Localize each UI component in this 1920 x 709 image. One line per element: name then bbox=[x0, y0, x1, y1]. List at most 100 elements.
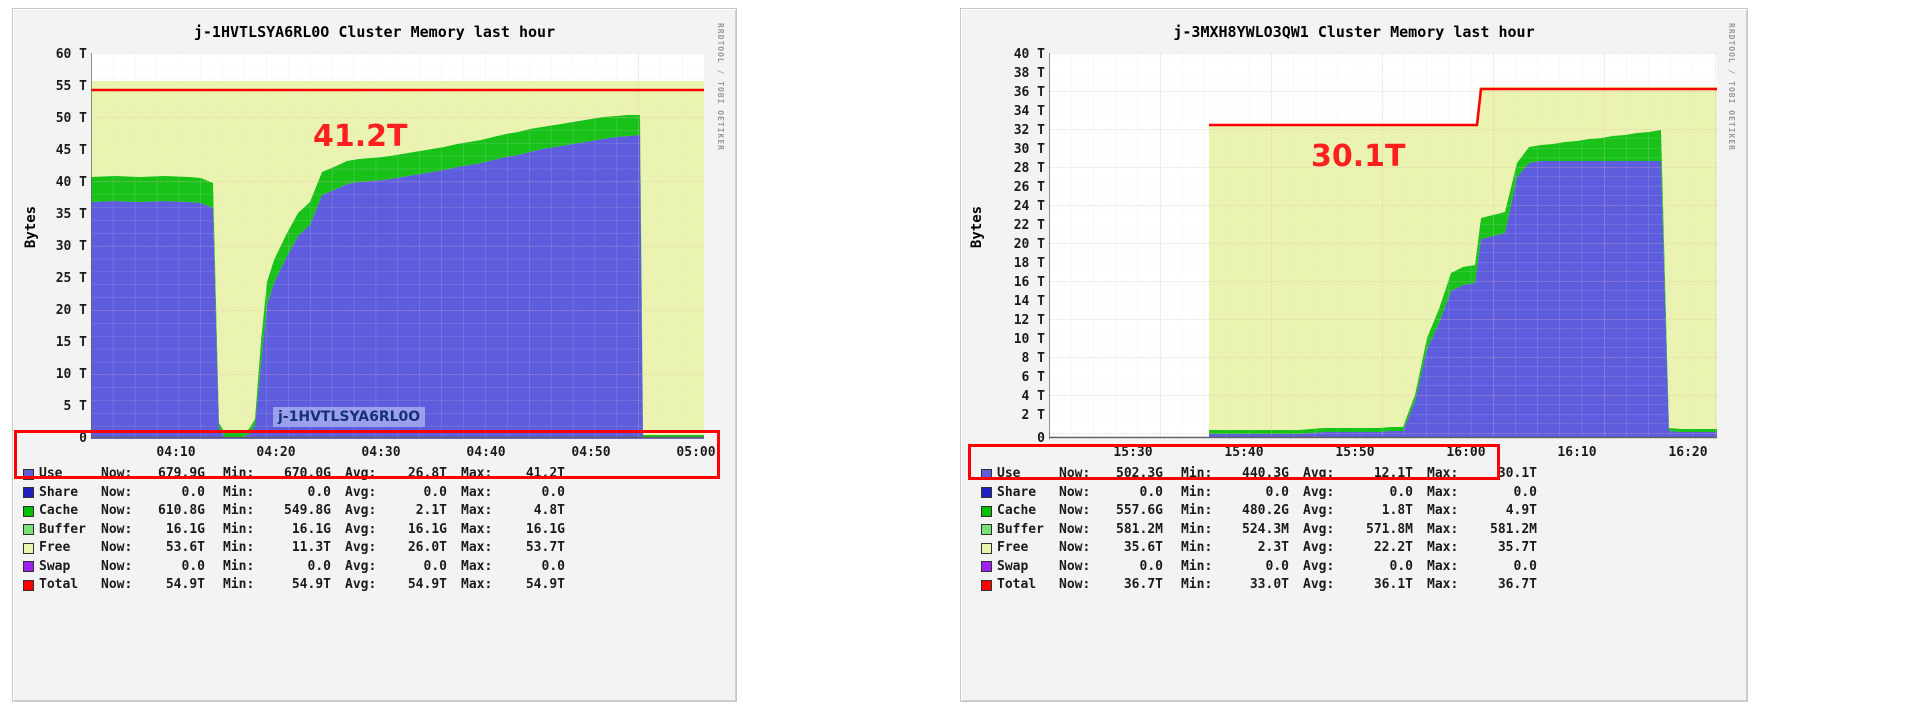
y-tick: 12 T bbox=[1013, 313, 1045, 328]
legend-key-avg: Avg: bbox=[1303, 558, 1335, 574]
x-tick: 04:40 bbox=[466, 445, 506, 460]
y-tick: 8 T bbox=[1021, 351, 1045, 366]
legend-value-min: 2.3T bbox=[1257, 540, 1289, 555]
y-tick: 50 T bbox=[55, 111, 87, 126]
legend-swatch-buffer bbox=[23, 524, 34, 536]
legend-row: Buffer Now: 16.1G Min: 16.1G Avg: 16.1G … bbox=[23, 521, 565, 540]
legend-key-min: Min: bbox=[1181, 466, 1213, 481]
legend-value-min: 11.3T bbox=[291, 540, 331, 555]
hover-tooltip-left: j-1HVTLSYA6RL0O bbox=[273, 407, 426, 427]
legend-key-max: Max: bbox=[461, 466, 493, 481]
legend-value-max: 36.7T bbox=[1497, 577, 1537, 592]
y-tick: 0 bbox=[79, 431, 87, 446]
legend-label: Share bbox=[39, 484, 79, 500]
legend-value-min: 0.0 bbox=[1265, 558, 1289, 574]
legend-swatch-use bbox=[981, 468, 992, 480]
legend-value-avg: 26.8T bbox=[407, 466, 447, 481]
legend-value-avg: 0.0 bbox=[423, 558, 447, 574]
y-tick: 10 T bbox=[1013, 332, 1045, 347]
legend-key-avg: Avg: bbox=[1303, 521, 1335, 537]
legend-value-now: 502.3G bbox=[1116, 466, 1163, 481]
legend-value-max: 4.9T bbox=[1505, 503, 1537, 518]
legend-value-min: 16.1G bbox=[291, 521, 331, 537]
legend-swatch-swap bbox=[23, 561, 34, 573]
legend-key-now: Now: bbox=[1059, 521, 1091, 537]
legend-swatch-free bbox=[981, 542, 992, 554]
legend-key-min: Min: bbox=[1181, 484, 1213, 500]
legend-value-avg: 0.0 bbox=[423, 484, 447, 500]
legend-key-now: Now: bbox=[101, 577, 133, 592]
legend-key-max: Max: bbox=[461, 577, 493, 592]
legend-left: Use Now: 679.9G Min: 670.0G Avg: 26.8T M… bbox=[23, 465, 565, 595]
plot-area-left bbox=[91, 53, 704, 439]
legend-value-now: 0.0 bbox=[181, 484, 205, 500]
legend-value-min: 440.3G bbox=[1242, 466, 1289, 481]
legend-value-max: 581.2M bbox=[1490, 521, 1537, 537]
y-tick: 22 T bbox=[1013, 218, 1045, 233]
legend-key-min: Min: bbox=[223, 484, 255, 500]
y-tick: 40 T bbox=[55, 175, 87, 190]
y-tick: 26 T bbox=[1013, 180, 1045, 195]
legend-key-now: Now: bbox=[1059, 484, 1091, 500]
y-tick: 20 T bbox=[1013, 237, 1045, 252]
legend-label: Buffer bbox=[997, 521, 1044, 537]
legend-key-max: Max: bbox=[1427, 484, 1459, 500]
legend-value-avg: 36.1T bbox=[1373, 577, 1413, 592]
y-tick: 2 T bbox=[1021, 408, 1045, 423]
legend-key-now: Now: bbox=[101, 558, 133, 574]
legend-key-min: Min: bbox=[223, 521, 255, 537]
x-tick: 15:40 bbox=[1224, 445, 1264, 460]
legend-swatch-cache bbox=[981, 505, 992, 517]
legend-key-now: Now: bbox=[101, 540, 133, 555]
legend-value-avg: 0.0 bbox=[1389, 558, 1413, 574]
legend-value-min: 480.2G bbox=[1242, 503, 1289, 518]
legend-key-max: Max: bbox=[1427, 540, 1459, 555]
x-tick: 15:30 bbox=[1113, 445, 1153, 460]
legend-value-max: 4.8T bbox=[533, 503, 565, 518]
legend-label: Buffer bbox=[39, 521, 86, 537]
legend-row: Cache Now: 557.6G Min: 480.2G Avg: 1.8T … bbox=[981, 502, 1537, 521]
legend-value-now: 581.2M bbox=[1116, 521, 1163, 537]
y-tick: 15 T bbox=[55, 335, 87, 350]
legend-key-now: Now: bbox=[1059, 466, 1091, 481]
screenshot-root: j-1HVTLSYA6RL0O Cluster Memory last hour… bbox=[0, 0, 1920, 709]
legend-key-avg: Avg: bbox=[345, 558, 377, 574]
legend-label: Total bbox=[39, 577, 79, 592]
y-tick: 18 T bbox=[1013, 256, 1045, 271]
legend-value-now: 36.7T bbox=[1123, 577, 1163, 592]
legend-value-min: 670.0G bbox=[284, 466, 331, 481]
legend-value-avg: 26.0T bbox=[407, 540, 447, 555]
legend-swatch-swap bbox=[981, 561, 992, 573]
legend-label: Swap bbox=[997, 558, 1029, 574]
legend-value-avg: 12.1T bbox=[1373, 466, 1413, 481]
peak-annotation-right: 30.1T bbox=[1311, 139, 1406, 174]
y-tick: 34 T bbox=[1013, 104, 1045, 119]
legend-value-max: 0.0 bbox=[541, 558, 565, 574]
legend-swatch-total bbox=[981, 579, 992, 591]
legend-swatch-total bbox=[23, 579, 34, 591]
legend-row: Use Now: 679.9G Min: 670.0G Avg: 26.8T M… bbox=[23, 465, 565, 484]
legend-key-min: Min: bbox=[223, 558, 255, 574]
legend-key-avg: Avg: bbox=[1303, 503, 1335, 518]
legend-value-min: 0.0 bbox=[307, 558, 331, 574]
legend-value-now: 679.9G bbox=[158, 466, 205, 481]
legend-value-now: 610.8G bbox=[158, 503, 205, 518]
chart-panel-right: j-3MXH8YWLO3QW1 Cluster Memory last hour… bbox=[960, 8, 1748, 702]
rrdtool-watermark-left: RRDTOOL / TOBI OETIKER bbox=[716, 23, 725, 151]
legend-label: Free bbox=[39, 540, 71, 555]
legend-key-max: Max: bbox=[1427, 521, 1459, 537]
legend-key-avg: Avg: bbox=[1303, 484, 1335, 500]
y-tick: 45 T bbox=[55, 143, 87, 158]
legend-label: Cache bbox=[39, 503, 79, 518]
y-tick: 25 T bbox=[55, 271, 87, 286]
legend-key-min: Min: bbox=[223, 540, 255, 555]
legend-key-now: Now: bbox=[1059, 540, 1091, 555]
legend-row: Share Now: 0.0 Min: 0.0 Avg: 0.0 Max: 0.… bbox=[981, 484, 1537, 503]
y-tick: 24 T bbox=[1013, 199, 1045, 214]
legend-value-max: 54.9T bbox=[525, 577, 565, 592]
y-tick: 30 T bbox=[1013, 142, 1045, 157]
legend-row: Swap Now: 0.0 Min: 0.0 Avg: 0.0 Max: 0.0 bbox=[981, 558, 1537, 577]
y-tick: 28 T bbox=[1013, 161, 1045, 176]
legend-value-max: 0.0 bbox=[1513, 484, 1537, 500]
y-tick: 36 T bbox=[1013, 85, 1045, 100]
